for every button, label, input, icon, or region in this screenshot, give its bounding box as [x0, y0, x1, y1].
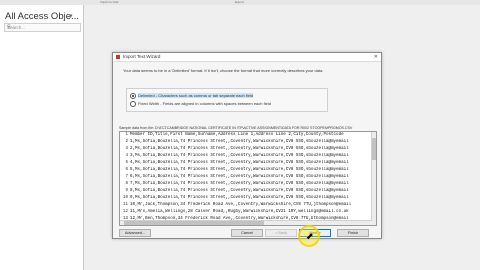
list-item: 7 6,Ms,Sofia,Bouzella,74 Princess Street,… [125, 175, 349, 179]
advanced-button[interactable]: Advanced... [119, 229, 151, 237]
vertical-scrollbar[interactable] [371, 132, 376, 225]
vertical-scroll-thumb[interactable] [372, 138, 376, 160]
delimited-option[interactable]: Delimited - Characters such as comma or … [130, 93, 254, 99]
wizard-icon [116, 55, 120, 59]
list-item: 10 9,Ms,Sofia,Bouzella,74 Princess Street… [122, 196, 349, 200]
list-item: 1 Member ID,Title,First Name,Surname,Addr… [125, 133, 344, 137]
fixed-width-option[interactable]: Fixed Width - Fields are aligned in colu… [130, 101, 271, 107]
finish-button[interactable]: Finish [337, 229, 369, 237]
delimited-label: Delimited - Characters such as comma or … [138, 93, 254, 99]
list-item: 9 8,Ms,Sofia,Bouzella,74 Princess Street,… [125, 189, 349, 193]
horizontal-scrollbar[interactable] [120, 220, 372, 225]
horizontal-scroll-thumb[interactable] [124, 221, 264, 225]
back-button[interactable]: < Back [265, 229, 297, 237]
list-item: 5 4,Ms,Sofia,Bouzella,74 Princess Street,… [125, 161, 349, 165]
list-item: 3 2,Ms,Sofia,Bouzella,74 Princess Street,… [125, 147, 349, 151]
close-icon[interactable]: ✕ [374, 53, 378, 61]
dialog-title: Import Text Wizard [123, 54, 161, 59]
list-item: 6 5,Ms,Sofia,Bouzella,74 Princess Street,… [125, 168, 349, 172]
format-options-group: Delimited - Characters such as comma or … [126, 88, 328, 112]
mouse-pointer-icon: ⬈ [306, 231, 314, 241]
delimited-radio[interactable] [130, 93, 136, 99]
sample-data-preview[interactable]: 1 Member ID,Title,First Name,Surname,Addr… [119, 131, 377, 226]
fixed-width-label: Fixed Width - Fields are aligned in colu… [138, 101, 271, 107]
list-item: 4 3,Ms,Sofia,Bouzella,74 Princess Street,… [125, 154, 349, 158]
import-text-wizard-dialog: Import Text Wizard ✕ Your data seems to … [112, 52, 382, 239]
navigation-pane: All Access Obje... ▾ Search... ⚲ [0, 5, 84, 270]
wizard-intro-text: Your data seems to be in a 'Delimited' f… [123, 68, 324, 73]
chevron-down-icon[interactable]: ▾ [69, 12, 73, 20]
list-item: 2 1,Ms,Sofia,Bouzella,74 Princess Street,… [125, 140, 349, 144]
search-icon[interactable]: ⚲ [7, 24, 79, 31]
navigation-search-input[interactable]: Search... ⚲ [4, 23, 81, 32]
cancel-button[interactable]: Cancel [231, 229, 263, 237]
dialog-title-bar: Import Text Wizard ✕ [113, 53, 381, 62]
navigation-pane-title[interactable]: All Access Obje... [5, 11, 79, 22]
fixed-width-radio[interactable] [130, 101, 136, 107]
sample-data-label: Sample data from file: D:\ECTCAMBRIDGE N… [119, 126, 353, 130]
list-item: 12 11,Mrs,Amelia,Wellings,28 Calver Road,… [122, 210, 349, 214]
list-item: 11 10,Mr,Jack,Thompson,34 Frederick Road … [122, 203, 352, 207]
list-item: 8 7,Ms,Sofia,Bouzella,74 Princess Street,… [125, 182, 349, 186]
